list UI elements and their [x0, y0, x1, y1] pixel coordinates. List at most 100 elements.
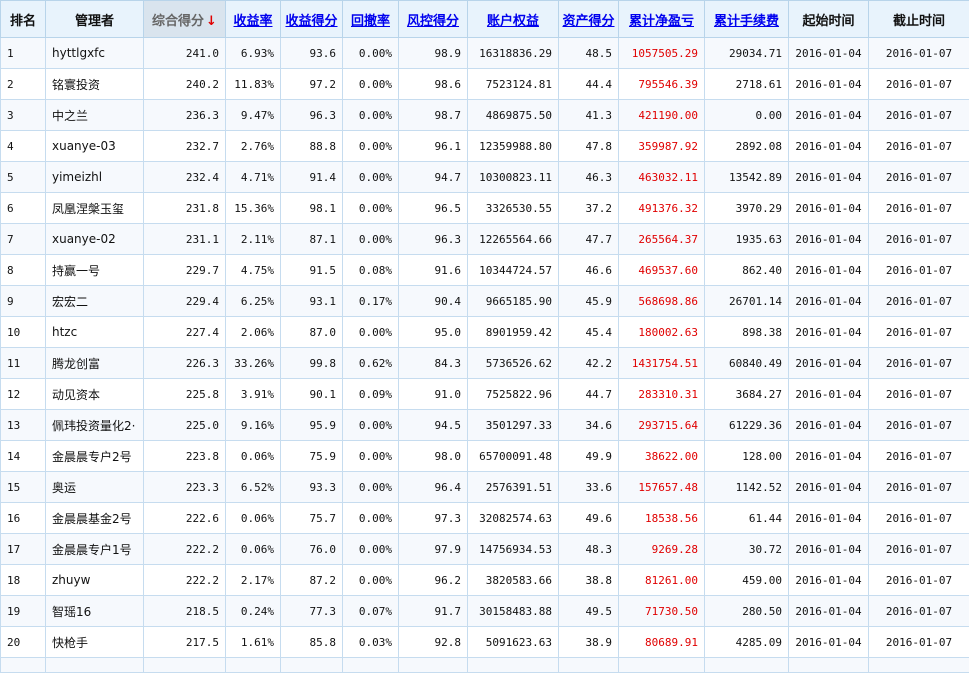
- table-row: 7xuanye-02231.12.11%87.10.00%96.31226556…: [1, 224, 969, 255]
- cell-return-score: 98.1: [281, 193, 343, 224]
- cell-cum-net-profit: 9269.28: [619, 534, 705, 565]
- cell-end-time: 2016-01-07: [869, 596, 969, 627]
- cell-cum-net-profit: 265564.37: [619, 224, 705, 255]
- table-row: 16金晨晨基金2号222.60.06%75.70.00%97.332082574…: [1, 503, 969, 534]
- cell-cum-net-profit: 180002.63: [619, 317, 705, 348]
- cell-account-equity: 3501297.33: [468, 410, 559, 441]
- header-account-equity[interactable]: 账户权益: [468, 1, 559, 38]
- header-asset-score[interactable]: 资产得分: [559, 1, 619, 38]
- cell-rank: 9: [1, 286, 46, 317]
- table-row: 5yimeizhl232.44.71%91.40.00%94.710300823…: [1, 162, 969, 193]
- cell-end-time: 2016-01-07: [869, 534, 969, 565]
- cell-end-time: 2016-01-07: [869, 255, 969, 286]
- cell-cum-net-profit: 463032.11: [619, 162, 705, 193]
- table-row: 8持赢一号229.74.75%91.50.08%91.610344724.574…: [1, 255, 969, 286]
- cell-start-time: 2016-01-04: [789, 410, 869, 441]
- cell-composite-score: 229.7: [144, 255, 226, 286]
- cell-return-rate: 2.17%: [226, 565, 281, 596]
- cell-composite-score: 223.8: [144, 441, 226, 472]
- cell-start-time: 2016-01-04: [789, 596, 869, 627]
- cell-asset-score: 37.2: [559, 193, 619, 224]
- cell-composite-score: 232.4: [144, 162, 226, 193]
- cell-account-equity: 12359988.80: [468, 131, 559, 162]
- cell-drawdown: 0.00%: [343, 224, 399, 255]
- cell-return-score: 75.7: [281, 503, 343, 534]
- cell-drawdown: 0.03%: [343, 627, 399, 658]
- cell-drawdown: 0.00%: [343, 472, 399, 503]
- cell-cum-net-profit: 38622.00: [619, 441, 705, 472]
- cell-drawdown: 0.00%: [343, 38, 399, 69]
- cell-account-equity: 2576391.51: [468, 472, 559, 503]
- cell-drawdown: 0.17%: [343, 286, 399, 317]
- cell-rank: 11: [1, 348, 46, 379]
- cell-composite-score: 232.7: [144, 131, 226, 162]
- cell-end-time: 2016-01-07: [869, 38, 969, 69]
- sort-link-return-rate[interactable]: 收益率: [233, 14, 272, 29]
- cell-cum-net-profit: 469537.60: [619, 255, 705, 286]
- cell-manager: 快枪手: [46, 627, 144, 658]
- sort-link-drawdown[interactable]: 回撤率: [351, 14, 390, 29]
- table-row: 15奥运223.36.52%93.30.00%96.42576391.5133.…: [1, 472, 969, 503]
- cell-return-score: 99.8: [281, 348, 343, 379]
- sort-link-return-score[interactable]: 收益得分: [285, 14, 337, 29]
- cell-manager: 持赢一号: [46, 255, 144, 286]
- cell-return-rate: 9.47%: [226, 100, 281, 131]
- header-composite-score-label[interactable]: 综合得分: [152, 14, 204, 29]
- cell-composite-score: 225.8: [144, 379, 226, 410]
- cell-composite-score: 231.1: [144, 224, 226, 255]
- cell-end-time: 2016-01-07: [869, 193, 969, 224]
- cell-composite-score: 223.3: [144, 472, 226, 503]
- cell-manager: 凤凰涅槃玉玺: [46, 193, 144, 224]
- cell-rank: 16: [1, 503, 46, 534]
- cell-risk-score: 90.4: [399, 286, 468, 317]
- header-return-score[interactable]: 收益得分: [281, 1, 343, 38]
- cell-composite-score: 222.2: [144, 534, 226, 565]
- sort-link-account-equity[interactable]: 账户权益: [487, 14, 539, 29]
- cell-asset-score: 45.9: [559, 286, 619, 317]
- header-return-rate[interactable]: 收益率: [226, 1, 281, 38]
- cell-end-time: 2016-01-07: [869, 69, 969, 100]
- cell-risk-score: 92.8: [399, 627, 468, 658]
- cell-asset-score: 48.3: [559, 534, 619, 565]
- header-composite-score[interactable]: 综合得分↓: [144, 1, 226, 38]
- sort-link-cum-net-profit[interactable]: 累计净盈亏: [629, 14, 694, 29]
- cell-asset-score: 49.6: [559, 503, 619, 534]
- cell-start-time: 2016-01-04: [789, 379, 869, 410]
- cell-return-rate: 6.52%: [226, 472, 281, 503]
- table-row: 3中之兰236.39.47%96.30.00%98.74869875.5041.…: [1, 100, 969, 131]
- cell-risk-score: 96.2: [399, 565, 468, 596]
- cell-drawdown: 0.00%: [343, 162, 399, 193]
- cell-return-score: 87.2: [281, 565, 343, 596]
- cell-start-time: 2016-01-04: [789, 348, 869, 379]
- cell-start-time: 2016-01-04: [789, 38, 869, 69]
- cell-composite-score: 236.3: [144, 100, 226, 131]
- cell-return-score: 93.1: [281, 286, 343, 317]
- cell-rank: 10: [1, 317, 46, 348]
- header-cum-net-profit[interactable]: 累计净盈亏: [619, 1, 705, 38]
- table-row: 19智瑶16218.50.24%77.30.07%91.730158483.88…: [1, 596, 969, 627]
- cell-return-rate: 2.06%: [226, 317, 281, 348]
- cell-return-rate: 1.61%: [226, 627, 281, 658]
- cell-return-rate: 2.76%: [226, 131, 281, 162]
- header-cum-fees[interactable]: 累计手续费: [705, 1, 789, 38]
- cell-start-time: 2016-01-04: [789, 441, 869, 472]
- cell-asset-score: 46.3: [559, 162, 619, 193]
- cell-rank: 1: [1, 38, 46, 69]
- cell-end-time: 2016-01-07: [869, 224, 969, 255]
- cell-end-time: 2016-01-07: [869, 379, 969, 410]
- cell-start-time: 2016-01-04: [789, 69, 869, 100]
- cell-manager: 奥运: [46, 472, 144, 503]
- sort-link-risk-score[interactable]: 风控得分: [407, 14, 459, 29]
- cell-cum-fees: 459.00: [705, 565, 789, 596]
- cell-rank: 7: [1, 224, 46, 255]
- cell-risk-score: 97.9: [399, 534, 468, 565]
- header-risk-score[interactable]: 风控得分: [399, 1, 468, 38]
- sort-link-asset-score[interactable]: 资产得分: [562, 14, 614, 29]
- cell-composite-score: 225.0: [144, 410, 226, 441]
- cell-rank: 2: [1, 69, 46, 100]
- cell-drawdown: 0.00%: [343, 534, 399, 565]
- header-drawdown[interactable]: 回撤率: [343, 1, 399, 38]
- cell-rank: 8: [1, 255, 46, 286]
- cell-cum-net-profit: 568698.86: [619, 286, 705, 317]
- sort-link-cum-fees[interactable]: 累计手续费: [714, 14, 779, 29]
